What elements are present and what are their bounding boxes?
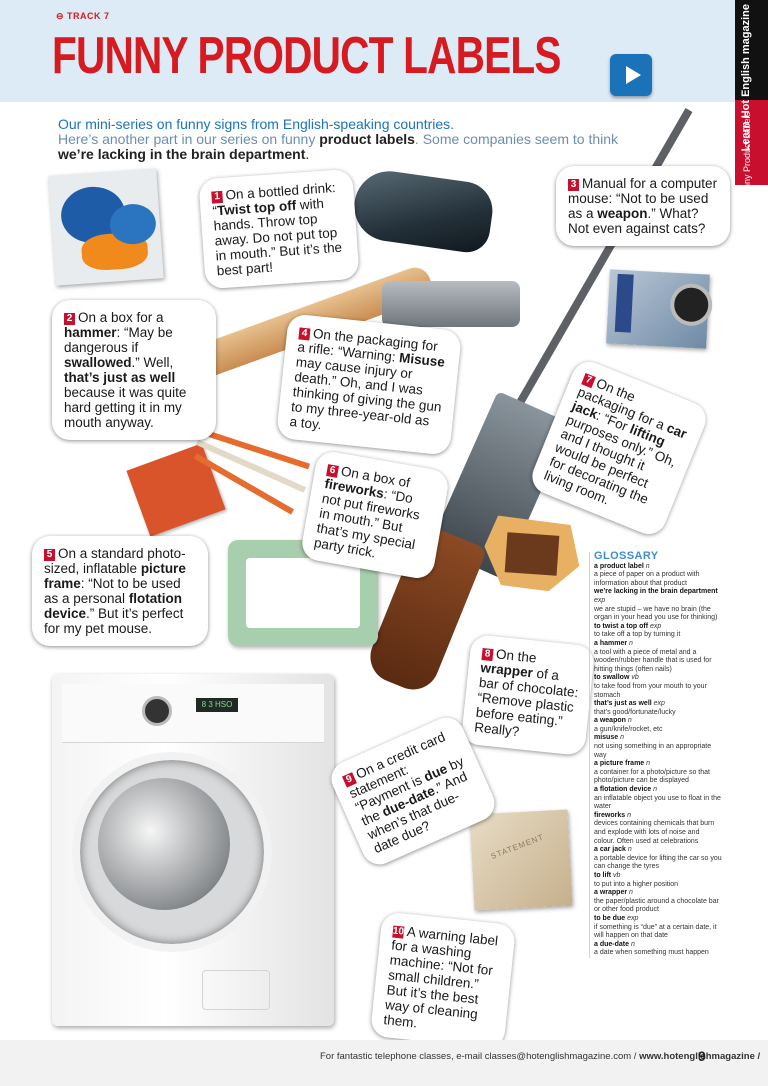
label-number: 1 <box>211 190 224 204</box>
fireworks-photo <box>126 425 310 537</box>
label-6: 6 On a box of fireworks: “Do not put fire… <box>299 449 451 581</box>
glossary-entry: a hammer na tool with a piece of metal a… <box>594 639 712 673</box>
glossary-entry: we’re lacking in the brain department ex… <box>594 588 718 622</box>
track-label: ⊖ TRACK 7 <box>56 11 110 21</box>
glossary-entry: a picture frame na container for a photo… <box>594 760 710 785</box>
label-number: 5 <box>44 549 55 561</box>
glossary-title: GLOSSARY <box>594 550 659 562</box>
label-3: 3 Manual for a computer mouse: “Not to be… <box>556 166 730 246</box>
section-name: Funny Product Labels <box>742 112 752 200</box>
glossary-list: a product label na piece of paper on a p… <box>594 563 722 958</box>
label-4: 4 On the packaging for a rifle: “Warning:… <box>275 313 463 456</box>
glossary-entry: a wrapper n the paper/plastic around a ch… <box>594 889 719 914</box>
glossary-entry: to twist a top off exp to take off a top … <box>594 622 681 639</box>
glossary-entry: a flotation device n an inflatable object… <box>594 786 721 811</box>
glossary-entry: to be due exp if something is “due” at a … <box>594 914 717 940</box>
glossary-entry: a product label na piece of paper on a p… <box>594 562 700 587</box>
glossary-entry: that’s just as well exp that’s good/fortu… <box>594 700 676 716</box>
label-number: 4 <box>298 327 311 341</box>
glossary: GLOSSARY a product label na piece of pap… <box>589 550 722 958</box>
glossary-entry: a weapon na gun/knife/rocket, etc <box>594 717 663 733</box>
page-title: FUNNY PRODUCT LABELS <box>52 27 561 85</box>
glossary-entry: to swallow vb to take food from your mout… <box>594 674 707 699</box>
label-number: 2 <box>64 313 75 325</box>
bottle-tops-photo <box>48 168 164 286</box>
play-icon[interactable] <box>610 54 652 96</box>
label-1: 1 On a bottled drink: “Twist top off with… <box>198 168 360 290</box>
glossary-entry: fireworks n devices containing chemicals … <box>594 811 715 845</box>
footer <box>0 1040 768 1086</box>
glossary-entry: misuse n not using something in an approp… <box>594 734 712 759</box>
label-10: 10 A warning label for a washing machine:… <box>369 911 517 1050</box>
label-2: 2 On a box for a hammer: “May be dangerou… <box>52 300 216 440</box>
glossary-entry: a car jack na portable device for liftin… <box>594 846 722 871</box>
label-number: 3 <box>568 179 579 191</box>
label-number: 10 <box>392 925 405 939</box>
glossary-entry: a due-date na date when something must h… <box>594 940 709 957</box>
page-number: 9 <box>698 1048 706 1064</box>
label-5: 5 On a standard photo-sized, inflatable p… <box>32 536 208 646</box>
glossary-entry: to lift vb to put into a higher position <box>594 871 679 888</box>
washing-machine-photo: 8 3 HSO <box>52 674 334 1026</box>
footer-text: For fantastic telephone classes, e-mail … <box>320 1051 761 1062</box>
car-jack-photo <box>606 269 714 349</box>
statement-photo: STATEMENT <box>469 809 573 911</box>
label-number: 8 <box>481 648 494 662</box>
label-8: 8 On the wrapper of a bar of chocolate: “… <box>460 633 596 757</box>
